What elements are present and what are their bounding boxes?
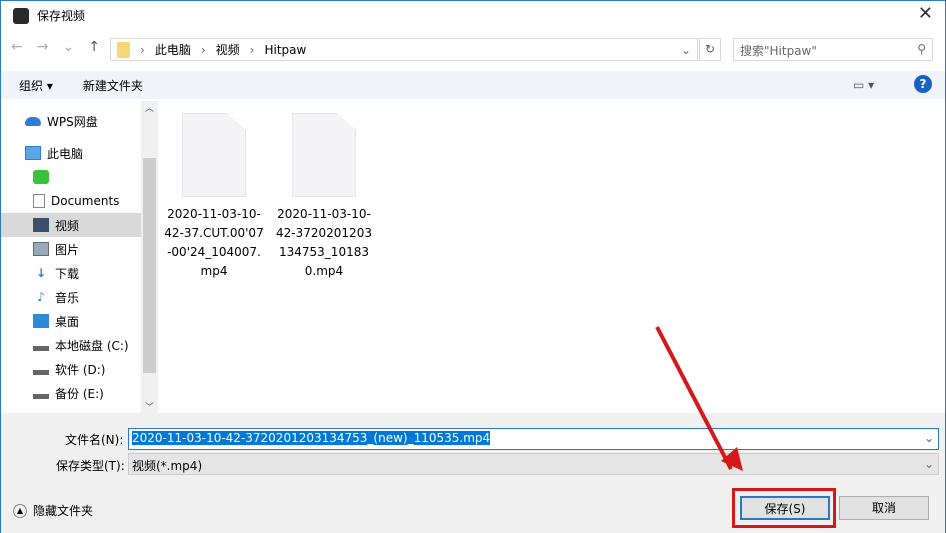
file-type-label: 保存类型(T): bbox=[56, 459, 125, 473]
new-folder-button[interactable]: 新建文件夹 bbox=[83, 77, 143, 94]
sidebar-item-desktop[interactable]: 桌面 bbox=[1, 309, 141, 333]
filename-value: 2020-11-03-10-42-3720201203134753_(new)_… bbox=[132, 431, 491, 445]
file-icon bbox=[292, 113, 356, 197]
search-icon: ⚲ bbox=[917, 42, 926, 56]
cloud-icon bbox=[25, 116, 41, 126]
address-bar[interactable]: › 此电脑 › 视频 › Hitpaw ⌄ bbox=[110, 38, 698, 61]
title-bar: 保存视频 bbox=[13, 7, 85, 24]
sidebar-item-drive-e[interactable]: 备份 (E:) bbox=[1, 381, 141, 405]
sidebar-item-label: 备份 (E:) bbox=[55, 386, 104, 401]
desktop-icon bbox=[33, 314, 49, 328]
breadcrumb-item[interactable]: Hitpaw bbox=[264, 43, 306, 57]
sidebar-item-drive-c[interactable]: 本地磁盘 (C:) bbox=[1, 333, 141, 357]
app-green-icon bbox=[33, 170, 49, 184]
file-icon bbox=[182, 113, 246, 197]
sidebar-item-label: 本地磁盘 (C:) bbox=[55, 338, 129, 353]
navigation-pane: WPS网盘 此电脑 Documents 视频 图片 ↓ 下载 ♪ 音乐 桌面 本地磁… bbox=[1, 101, 158, 413]
sidebar-item-pictures[interactable]: 图片 bbox=[1, 237, 141, 261]
app-icon bbox=[13, 7, 29, 24]
breadcrumb-item[interactable]: 视频 bbox=[216, 41, 240, 58]
cancel-button[interactable]: 取消 bbox=[839, 496, 929, 520]
up-button[interactable]: ↑ bbox=[88, 39, 100, 55]
sidebar-item-label: Documents bbox=[51, 194, 120, 208]
sidebar-item-wps[interactable]: WPS网盘 bbox=[1, 109, 141, 133]
computer-icon bbox=[25, 146, 41, 160]
hide-folders-toggle[interactable]: ▲ 隐藏文件夹 bbox=[13, 502, 93, 519]
sidebar-item-drive-d[interactable]: 软件 (D:) bbox=[1, 357, 141, 381]
chevron-up-icon: ▲ bbox=[13, 503, 27, 518]
file-item[interactable]: 2020-11-03-10-42-37.CUT.00'07-00'24_1040… bbox=[164, 113, 264, 281]
file-type-select[interactable]: 视频(*.mp4) ⌄ bbox=[128, 453, 939, 475]
music-icon: ♪ bbox=[37, 290, 45, 304]
picture-icon bbox=[33, 242, 49, 256]
sidebar-item-music[interactable]: ♪ 音乐 bbox=[1, 285, 141, 309]
save-button[interactable]: 保存(S) bbox=[740, 496, 830, 520]
sidebar-item-label: 此电脑 bbox=[47, 146, 84, 161]
sidebar-item-label: WPS网盘 bbox=[47, 114, 98, 129]
organize-button[interactable]: 组织 ▾ bbox=[19, 77, 53, 94]
forward-button[interactable]: → bbox=[37, 39, 49, 55]
back-button[interactable]: ← bbox=[11, 39, 23, 55]
sidebar-item-label: 音乐 bbox=[55, 290, 80, 305]
download-icon: ↓ bbox=[35, 266, 47, 280]
filename-input[interactable]: 2020-11-03-10-42-3720201203134753_(new)_… bbox=[128, 428, 939, 450]
chevron-down-icon[interactable]: ⌄ bbox=[681, 43, 691, 57]
sidebar-item-label: 下载 bbox=[55, 266, 80, 281]
sidebar-item-label: 桌面 bbox=[55, 314, 80, 329]
file-name: 2020-11-03-10-42-37.CUT.00'07-00'24_1040… bbox=[164, 207, 264, 278]
scrollbar-thumb[interactable] bbox=[143, 158, 156, 373]
chevron-down-icon: ⌄ bbox=[923, 457, 934, 471]
window-title: 保存视频 bbox=[37, 9, 86, 23]
drive-icon bbox=[33, 363, 49, 375]
sidebar-item-app[interactable] bbox=[1, 165, 141, 189]
annotation-arrow bbox=[655, 326, 743, 471]
sidebar-item-label: 视频 bbox=[55, 218, 80, 233]
toolbar: 组织 ▾ 新建文件夹 bbox=[1, 71, 945, 99]
sidebar-item-videos[interactable]: 视频 bbox=[1, 213, 141, 237]
drive-icon bbox=[33, 339, 49, 351]
file-type-value: 视频(*.mp4) bbox=[132, 459, 203, 473]
sidebar-item-downloads[interactable]: ↓ 下载 bbox=[1, 261, 141, 285]
help-button[interactable]: ? bbox=[914, 75, 932, 93]
sidebar-item-documents[interactable]: Documents bbox=[1, 189, 141, 213]
breadcrumb-item[interactable]: 此电脑 bbox=[155, 41, 191, 58]
view-options-icon[interactable]: ▭ ▾ bbox=[853, 78, 874, 92]
file-name: 2020-11-03-10-42-3720201203134753_101830… bbox=[276, 207, 372, 278]
sidebar-item-label: 图片 bbox=[55, 242, 80, 257]
recent-locations-button[interactable]: ⌄ bbox=[62, 39, 74, 55]
document-icon bbox=[33, 194, 45, 208]
sidebar-item-label: 软件 (D:) bbox=[55, 362, 106, 377]
filename-label: 文件名(N): bbox=[65, 433, 124, 447]
nav-buttons: ← → ⌄ ↑ bbox=[11, 39, 100, 55]
folder-icon bbox=[117, 41, 130, 58]
search-placeholder: 搜索"Hitpaw" bbox=[740, 44, 817, 58]
search-input[interactable]: 搜索"Hitpaw" ⚲ bbox=[733, 38, 933, 61]
refresh-button[interactable]: ↻ bbox=[699, 38, 721, 61]
hide-folders-label: 隐藏文件夹 bbox=[33, 504, 94, 518]
video-icon bbox=[33, 218, 49, 232]
sidebar-item-this-pc[interactable]: 此电脑 bbox=[1, 141, 141, 165]
file-item[interactable]: 2020-11-03-10-42-3720201203134753_101830… bbox=[274, 113, 374, 281]
drive-icon bbox=[33, 387, 49, 399]
close-button[interactable]: ✕ bbox=[918, 3, 933, 24]
chevron-down-icon[interactable]: ⌄ bbox=[924, 431, 934, 445]
